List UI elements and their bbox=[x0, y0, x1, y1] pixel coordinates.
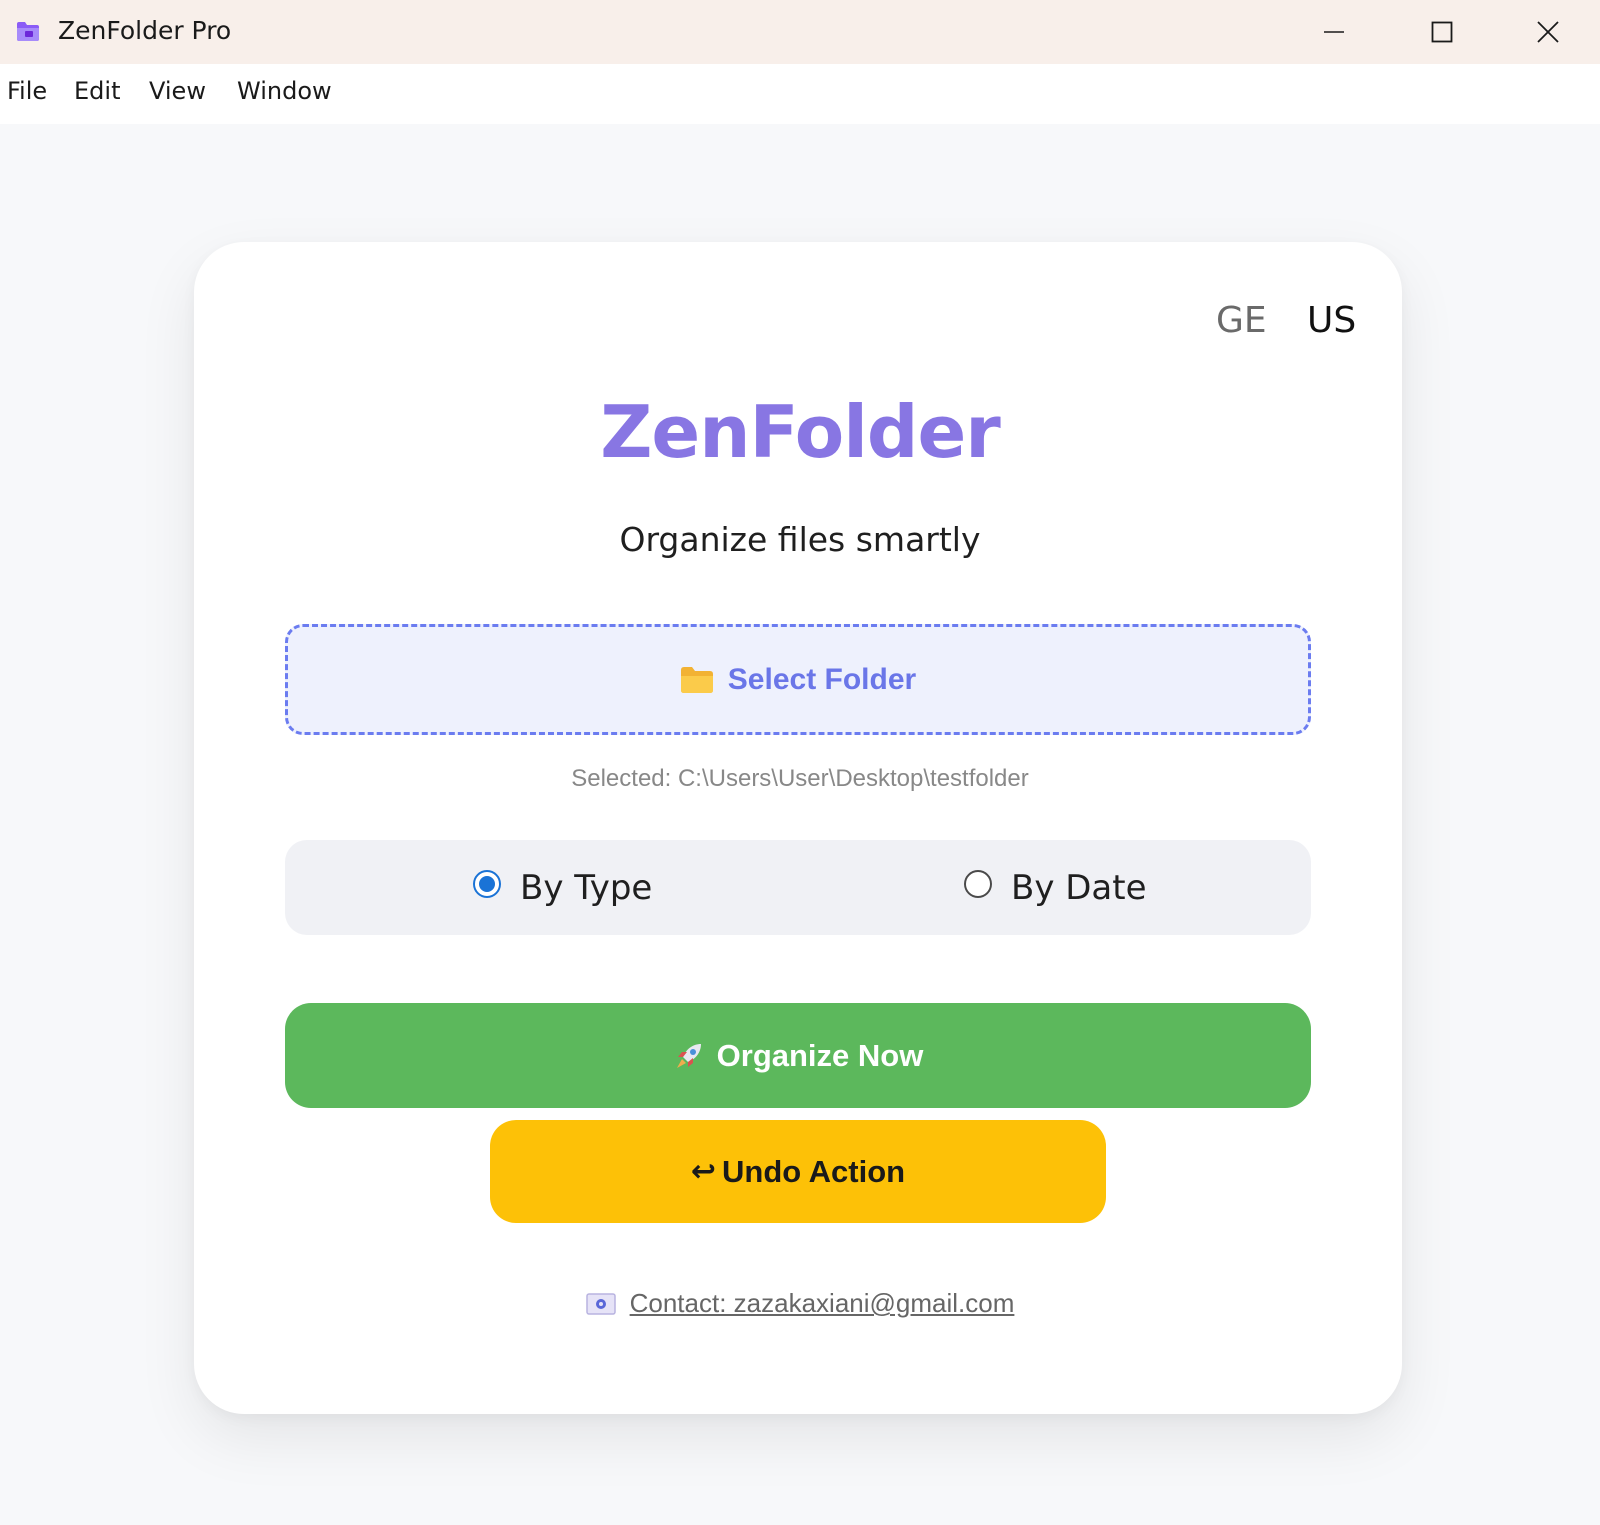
folder-app-icon bbox=[17, 22, 39, 41]
menu-view[interactable]: View bbox=[149, 77, 206, 105]
minimize-button[interactable] bbox=[1282, 0, 1386, 64]
menu-edit[interactable]: Edit bbox=[74, 77, 120, 105]
undo-action-button[interactable]: ↩ Undo Action bbox=[490, 1120, 1106, 1223]
menu-bar: File Edit View Window bbox=[0, 64, 1600, 124]
radio-by-date[interactable] bbox=[964, 870, 992, 898]
maximize-button[interactable] bbox=[1390, 0, 1494, 64]
contact-email-link[interactable]: Contact: zazakaxiani@gmail.com bbox=[585, 1288, 1015, 1319]
language-ge[interactable]: GE bbox=[1216, 300, 1267, 341]
undo-arrow-icon: ↩ bbox=[690, 1154, 717, 1189]
radio-by-type[interactable] bbox=[473, 870, 501, 898]
selected-folder-path: Selected: C:\Users\User\Desktop\testfold… bbox=[571, 765, 1029, 792]
organize-now-label: Organize Now bbox=[716, 1037, 924, 1073]
select-folder-button[interactable]: Select Folder bbox=[285, 624, 1311, 735]
title-bar: ZenFolder Pro bbox=[0, 0, 1600, 64]
app-brand-title: ZenFolder bbox=[600, 390, 1001, 474]
menu-window[interactable]: Window bbox=[237, 77, 332, 105]
maximize-icon bbox=[1431, 21, 1453, 43]
undo-action-label: Undo Action bbox=[722, 1153, 906, 1189]
email-icon bbox=[585, 1292, 616, 1315]
folder-icon bbox=[680, 666, 713, 693]
contact-row: Contact: zazakaxiani@gmail.com bbox=[0, 1288, 1600, 1319]
app-subtitle: Organize files smartly bbox=[619, 520, 981, 559]
radio-by-type-label[interactable]: By Type bbox=[520, 868, 652, 908]
organize-now-button[interactable]: Organize Now bbox=[285, 1003, 1311, 1108]
minimize-icon bbox=[1324, 31, 1344, 33]
sort-mode-group bbox=[285, 840, 1311, 935]
close-button[interactable] bbox=[1496, 0, 1600, 64]
window-title: ZenFolder Pro bbox=[58, 16, 232, 45]
close-icon bbox=[1537, 21, 1559, 43]
rocket-icon bbox=[676, 1043, 701, 1068]
radio-by-date-label[interactable]: By Date bbox=[1011, 868, 1147, 908]
language-us[interactable]: US bbox=[1307, 300, 1356, 341]
contact-text: Contact: zazakaxiani@gmail.com bbox=[629, 1288, 1015, 1318]
menu-file[interactable]: File bbox=[7, 77, 47, 105]
select-folder-label: Select Folder bbox=[727, 662, 917, 696]
